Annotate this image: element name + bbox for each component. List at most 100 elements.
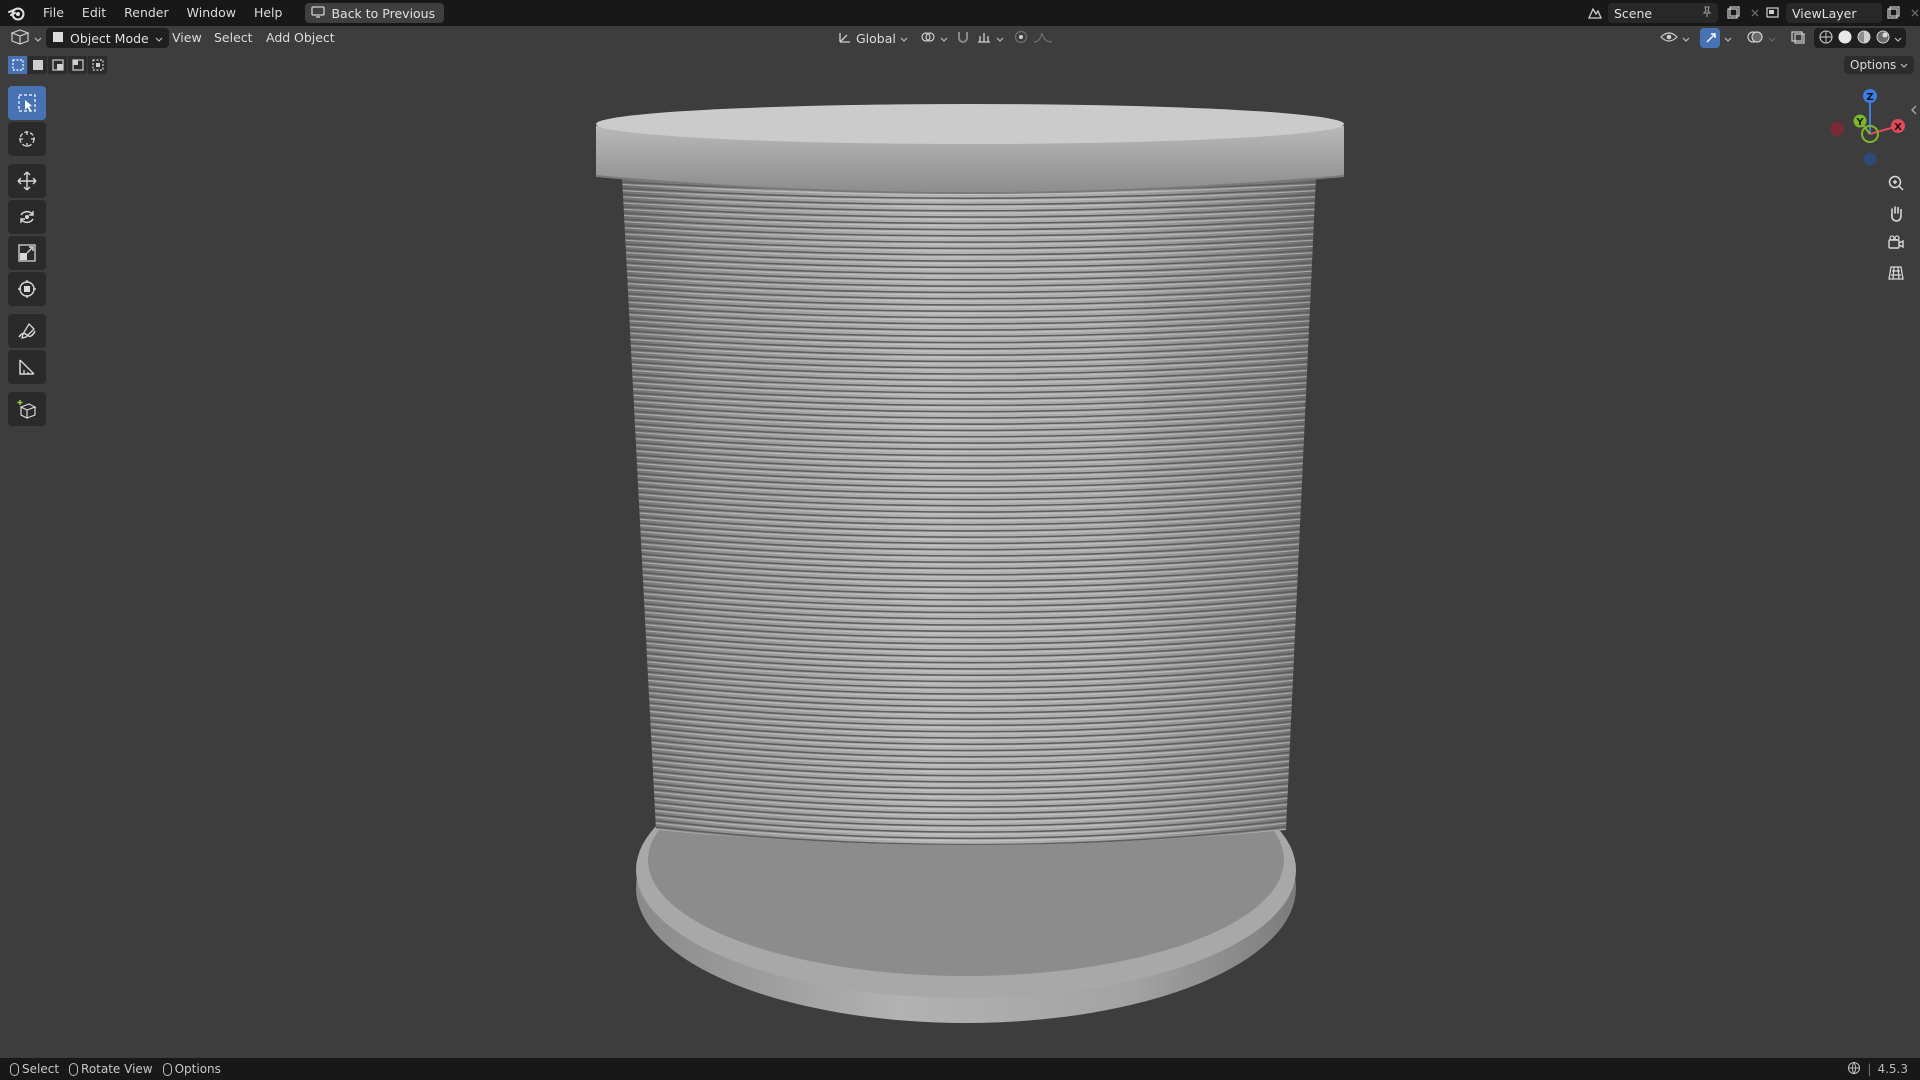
orthographic-grid-icon[interactable] <box>1882 260 1910 286</box>
camera-view-icon[interactable] <box>1882 230 1910 256</box>
pan-hand-icon[interactable] <box>1882 200 1910 226</box>
magnet-icon <box>956 30 970 47</box>
status-options-label: Options <box>174 1062 221 1076</box>
back-to-previous-button[interactable]: Back to Previous <box>305 3 445 23</box>
select-mode-group <box>8 56 107 74</box>
solid-shading-icon[interactable] <box>1837 29 1853 48</box>
scale-tool-icon[interactable] <box>8 236 46 270</box>
version-label: 4.5.3 <box>1877 1062 1908 1076</box>
snap-target-dropdown[interactable] <box>976 28 1004 48</box>
transform-orientation-label: Global <box>856 30 896 46</box>
pin-icon[interactable] <box>1702 5 1712 21</box>
chevron-down-icon <box>34 31 42 46</box>
gizmo-toggle[interactable] <box>1700 28 1732 48</box>
back-to-previous-label: Back to Previous <box>331 5 436 21</box>
3d-viewport[interactable] <box>0 50 1920 1058</box>
status-select-label: Select <box>22 1062 60 1076</box>
chevron-down-icon <box>1900 58 1908 72</box>
neg-z-axis-icon[interactable] <box>1863 152 1877 166</box>
viewlayer-name: ViewLayer <box>1792 5 1857 21</box>
wireframe-shading-icon[interactable] <box>1818 29 1834 48</box>
object-mode-icon <box>52 31 64 46</box>
rendered-shading-icon[interactable] <box>1875 29 1891 48</box>
status-options-hint: Options <box>162 1062 221 1076</box>
rotate-tool-icon[interactable] <box>8 200 46 234</box>
tool-shelf <box>8 86 46 428</box>
z-axis-label: Z <box>1866 92 1873 103</box>
options-dropdown[interactable]: Options <box>1844 56 1915 74</box>
wire-spool-object[interactable] <box>0 50 1920 1058</box>
new-scene-icon[interactable] <box>1722 3 1744 23</box>
status-divider: | <box>1867 1062 1872 1076</box>
viewlayer-name-field[interactable]: ViewLayer <box>1786 3 1882 23</box>
object-mode-dropdown[interactable]: Object Mode <box>46 28 169 48</box>
xray-toggle[interactable] <box>1790 28 1806 48</box>
status-right: | 4.5.3 <box>1847 1058 1908 1080</box>
falloff-icon[interactable] <box>1032 30 1054 47</box>
options-label: Options <box>1850 58 1897 72</box>
proportional-edit-icon <box>1014 30 1028 47</box>
select-box-tool-icon[interactable] <box>8 86 46 120</box>
zoom-icon[interactable] <box>1882 170 1910 196</box>
measure-tool-icon[interactable] <box>8 350 46 384</box>
chevron-down-icon <box>1724 31 1732 46</box>
gizmo-icon <box>1700 28 1720 48</box>
left-mouse-icon <box>10 1062 19 1076</box>
status-rotate-view-hint: Rotate View <box>69 1062 153 1076</box>
select-extend-icon[interactable] <box>28 56 47 74</box>
object-mode-label: Object Mode <box>70 30 149 46</box>
add-cube-tool-icon[interactable] <box>8 392 46 426</box>
menu-help[interactable]: Help <box>245 0 292 26</box>
scene-name-field[interactable]: Scene <box>1608 3 1718 23</box>
select-invert-icon[interactable] <box>68 56 87 74</box>
proportional-editing-toggle[interactable] <box>1014 28 1054 48</box>
menu-file[interactable]: File <box>34 0 73 26</box>
screen-icon <box>311 5 326 21</box>
delete-viewlayer-icon[interactable] <box>1904 3 1920 23</box>
menu-edit[interactable]: Edit <box>73 0 115 26</box>
select-intersect-icon[interactable] <box>88 56 107 74</box>
move-tool-icon[interactable] <box>8 164 46 198</box>
xray-icon <box>1790 30 1806 47</box>
3d-viewport-icon <box>10 28 30 48</box>
neg-x-axis-icon[interactable] <box>1830 122 1844 136</box>
chevron-down-icon <box>1682 31 1690 46</box>
x-axis-label: X <box>1894 122 1902 133</box>
annotate-tool-icon[interactable] <box>8 314 46 348</box>
snap-toggle[interactable] <box>956 28 970 48</box>
chevron-down-icon <box>155 31 163 46</box>
menu-view[interactable]: View <box>166 28 208 48</box>
menu-window[interactable]: Window <box>178 0 245 26</box>
eye-icon <box>1660 30 1678 47</box>
transform-orientation-dropdown[interactable]: Global <box>838 28 908 48</box>
status-select-hint: Select <box>10 1062 59 1076</box>
pivot-icon <box>920 30 936 47</box>
pivot-point-dropdown[interactable] <box>920 28 948 48</box>
blender-logo-icon[interactable] <box>0 0 34 26</box>
chevron-down-icon[interactable] <box>1894 31 1902 46</box>
select-subtract-icon[interactable] <box>48 56 67 74</box>
top-menubar: File Edit Render Window Help Back to Pre… <box>0 0 1920 26</box>
visibility-dropdown[interactable] <box>1660 28 1690 48</box>
viewport-header: Object Mode View Select Add Object Globa… <box>0 26 1920 50</box>
menu-render[interactable]: Render <box>115 0 178 26</box>
editor-type-selector[interactable] <box>10 28 42 48</box>
overlays-toggle[interactable] <box>1746 28 1776 48</box>
middle-mouse-icon <box>69 1062 79 1076</box>
material-shading-icon[interactable] <box>1856 29 1872 48</box>
chevron-down-icon <box>900 31 908 46</box>
network-globe-icon[interactable] <box>1847 1061 1861 1078</box>
shading-mode-group <box>1814 28 1906 48</box>
orientation-icon <box>838 30 852 47</box>
chevron-down-icon <box>1768 31 1776 46</box>
new-viewlayer-icon[interactable] <box>1882 3 1904 23</box>
scene-icon[interactable] <box>1584 3 1606 23</box>
menu-select[interactable]: Select <box>208 28 259 48</box>
scene-selector: Scene <box>1584 3 1766 23</box>
cursor-tool-icon[interactable] <box>8 122 46 156</box>
viewlayer-icon[interactable] <box>1762 3 1784 23</box>
select-new-icon[interactable] <box>8 56 27 74</box>
menu-object[interactable]: Object <box>288 28 341 48</box>
navigation-gizmo[interactable]: Z X Y <box>1820 84 1916 168</box>
transform-tool-icon[interactable] <box>8 272 46 306</box>
